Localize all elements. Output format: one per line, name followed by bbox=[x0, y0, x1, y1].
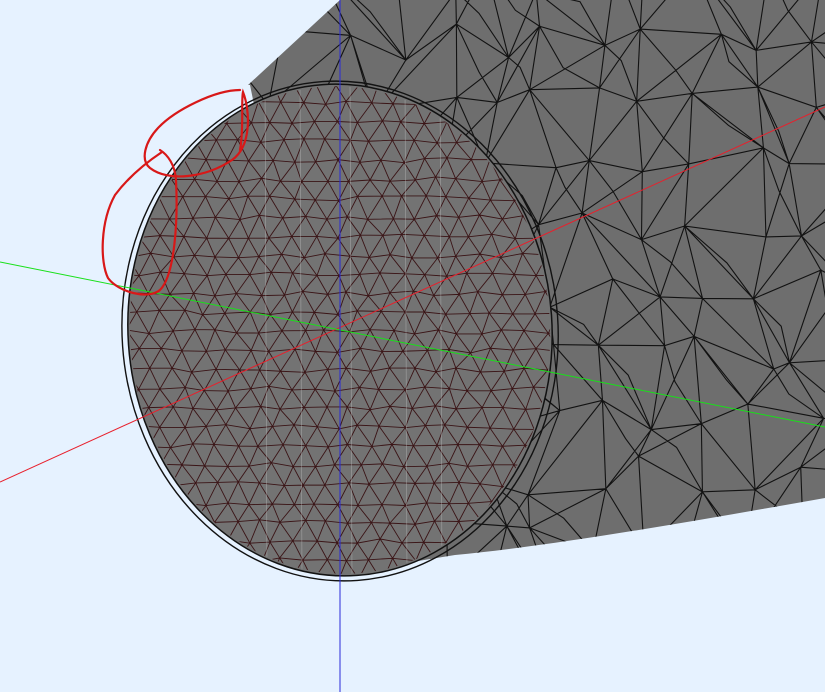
mesh-scene[interactable] bbox=[0, 0, 825, 692]
3d-viewport[interactable] bbox=[0, 0, 825, 692]
